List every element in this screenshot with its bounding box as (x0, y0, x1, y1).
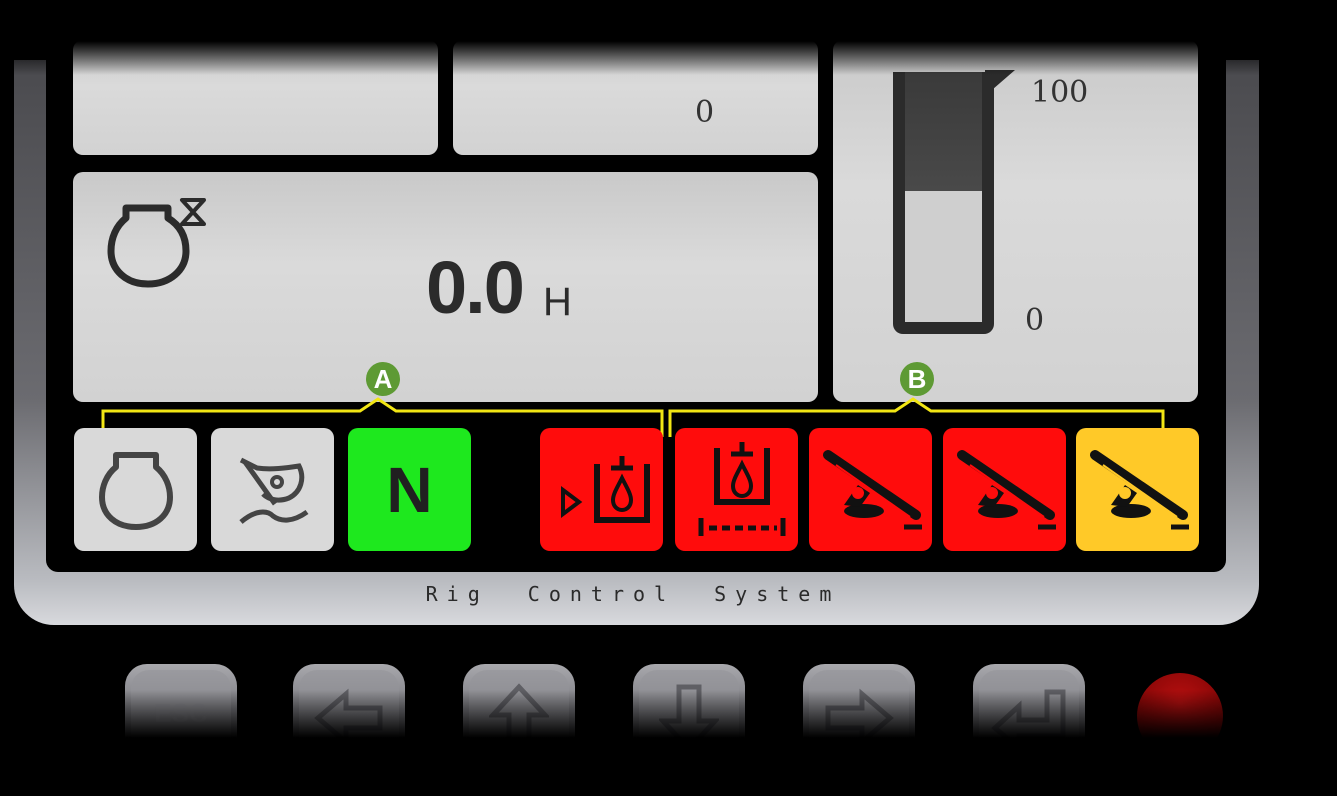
pedal-status-tile-2[interactable] (943, 428, 1066, 551)
enter-icon (991, 689, 1066, 750)
esc-label: ESC (154, 697, 208, 728)
hydraulic-oil-level-icon (560, 455, 650, 523)
top-left-panel (73, 40, 438, 155)
left-button[interactable] (293, 664, 405, 774)
coolant-status-tile[interactable] (211, 428, 334, 551)
pedal-icon (956, 449, 1056, 529)
neutral-status-tile[interactable]: N (348, 428, 471, 551)
hydraulic-oil-filter-icon (698, 441, 785, 536)
left-arrow-icon (314, 688, 383, 748)
gauge-pointer (985, 70, 1015, 96)
esc-button[interactable]: ESC (125, 664, 237, 774)
gauge-panel: 100 0 (833, 40, 1198, 402)
brand-label: Rig Control System (425, 582, 841, 606)
coolant-icon (238, 457, 308, 524)
gauge-max-label: 100 (1031, 75, 1089, 110)
top-middle-value: 0 (695, 95, 715, 130)
neutral-icon: N (386, 453, 433, 526)
hydraulic-oil-filter-tile[interactable] (675, 428, 798, 551)
level-gauge (893, 72, 994, 334)
down-button[interactable] (633, 664, 745, 774)
right-button[interactable] (803, 664, 915, 774)
hydraulic-oil-level-tile[interactable] (540, 428, 663, 551)
top-middle-panel: 0 (453, 40, 818, 155)
callout-a: A (366, 362, 400, 396)
callout-b: B (900, 362, 934, 396)
pedal-icon (1089, 449, 1189, 529)
enter-button[interactable] (973, 664, 1085, 774)
engine-hours-value: 0.0 (426, 246, 525, 329)
gauge-fill (905, 191, 982, 322)
pedal-status-tile-3[interactable] (1076, 428, 1199, 551)
down-arrow-icon (659, 684, 719, 753)
pedal-icon (822, 449, 922, 529)
engine-hours-icon (107, 198, 206, 288)
right-arrow-icon (825, 688, 894, 748)
engine-hours-unit: H (543, 280, 572, 324)
engine-status-tile[interactable] (74, 428, 197, 551)
pedal-status-tile-1[interactable] (809, 428, 932, 551)
engine-icon (98, 452, 173, 530)
up-arrow-icon (489, 683, 549, 752)
up-button[interactable] (463, 664, 575, 774)
stop-button[interactable] (1137, 673, 1223, 759)
gauge-min-label: 0 (1025, 303, 1045, 338)
